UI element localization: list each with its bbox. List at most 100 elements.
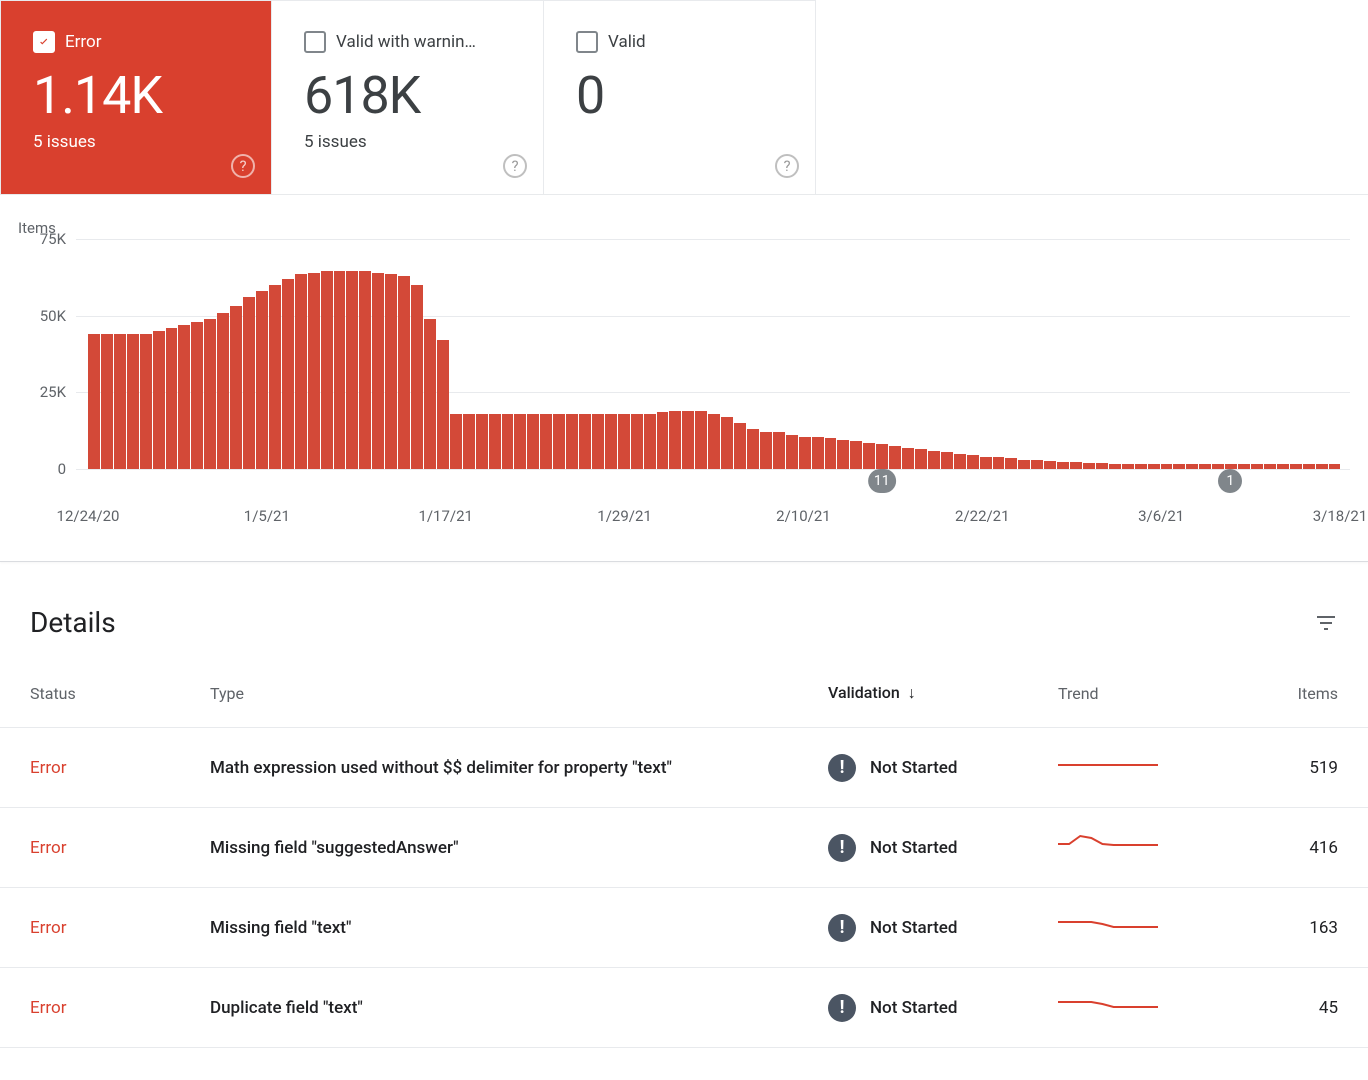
bar[interactable] (502, 414, 514, 469)
bar[interactable] (1057, 462, 1069, 469)
bar[interactable] (773, 432, 785, 469)
bar[interactable] (450, 414, 462, 469)
bar[interactable] (191, 322, 203, 469)
bar[interactable] (695, 411, 707, 469)
bar[interactable] (825, 438, 837, 469)
bar[interactable] (166, 328, 178, 469)
bar[interactable] (372, 273, 384, 469)
bar[interactable] (721, 417, 733, 469)
help-icon[interactable]: ? (503, 154, 527, 178)
bar[interactable] (876, 444, 888, 469)
bar[interactable] (127, 334, 139, 469)
bar[interactable] (308, 273, 320, 469)
bar[interactable] (437, 340, 449, 469)
sort-arrow-down-icon: ↓ (908, 683, 916, 702)
bar[interactable] (799, 437, 811, 469)
bar[interactable] (88, 334, 100, 469)
bar[interactable] (1018, 460, 1030, 469)
bar[interactable] (101, 334, 113, 469)
chart-marker[interactable]: 1 (1218, 469, 1242, 493)
bar[interactable] (644, 414, 656, 469)
bar[interactable] (850, 441, 862, 469)
bar[interactable] (993, 457, 1005, 469)
bar[interactable] (734, 423, 746, 469)
chart-marker[interactable]: 11 (868, 469, 896, 493)
bar[interactable] (359, 271, 371, 469)
bar[interactable] (1070, 462, 1082, 469)
bar[interactable] (385, 274, 397, 469)
bar[interactable] (489, 414, 501, 469)
bar[interactable] (553, 414, 565, 469)
bar[interactable] (295, 274, 307, 469)
bar[interactable] (321, 271, 333, 469)
bar[interactable] (657, 412, 669, 469)
status-card-0[interactable]: Error1.14K5 issues? (0, 0, 272, 194)
status-card-2[interactable]: Valid0? (544, 0, 816, 194)
bar[interactable] (178, 325, 190, 469)
bar[interactable] (708, 414, 720, 469)
bar[interactable] (140, 334, 152, 469)
bar[interactable] (579, 414, 591, 469)
bar[interactable] (566, 414, 578, 469)
bar[interactable] (631, 414, 643, 469)
bar[interactable] (1031, 460, 1043, 469)
bar[interactable] (463, 414, 475, 469)
col-validation[interactable]: Validation ↓ (798, 663, 1028, 728)
bar[interactable] (941, 452, 953, 469)
bar[interactable] (592, 414, 604, 469)
bar[interactable] (669, 411, 681, 469)
col-status[interactable]: Status (0, 663, 180, 728)
bar[interactable] (424, 319, 436, 469)
help-icon[interactable]: ? (775, 154, 799, 178)
filter-icon[interactable] (1314, 611, 1338, 635)
bar[interactable] (760, 432, 772, 469)
bar[interactable] (527, 414, 539, 469)
bar[interactable] (1005, 458, 1017, 469)
bar[interactable] (204, 319, 216, 469)
bar[interactable] (514, 414, 526, 469)
bar[interactable] (682, 411, 694, 469)
xtick: 1/5/21 (244, 507, 290, 525)
bar[interactable] (747, 429, 759, 469)
help-icon[interactable]: ? (231, 154, 255, 178)
bar[interactable] (1044, 461, 1056, 469)
bar[interactable] (282, 279, 294, 469)
checkbox-icon[interactable] (304, 31, 326, 53)
bar[interactable] (346, 271, 358, 469)
table-row[interactable]: ErrorMath expression used without $$ del… (0, 728, 1368, 808)
bar[interactable] (334, 271, 346, 469)
col-items[interactable]: Items (1248, 663, 1368, 728)
bar[interactable] (618, 414, 630, 469)
checkbox-icon[interactable] (576, 31, 598, 53)
bar[interactable] (540, 414, 552, 469)
bar[interactable] (902, 448, 914, 469)
bar[interactable] (398, 276, 410, 469)
bar[interactable] (915, 449, 927, 469)
bar[interactable] (786, 435, 798, 469)
bar[interactable] (605, 414, 617, 469)
bar[interactable] (980, 457, 992, 469)
bar[interactable] (243, 297, 255, 469)
col-trend[interactable]: Trend (1028, 663, 1248, 728)
table-row[interactable]: ErrorMissing field "text"!Not Started163 (0, 888, 1368, 968)
bar[interactable] (256, 291, 268, 469)
checkbox-icon[interactable] (33, 31, 55, 53)
bar[interactable] (889, 446, 901, 469)
col-type[interactable]: Type (180, 663, 798, 728)
bar[interactable] (967, 455, 979, 469)
bar[interactable] (928, 451, 940, 469)
bar[interactable] (476, 414, 488, 469)
bar[interactable] (411, 285, 423, 469)
bar[interactable] (217, 313, 229, 469)
bar[interactable] (837, 440, 849, 469)
bar[interactable] (863, 443, 875, 469)
table-row[interactable]: ErrorDuplicate field "text"!Not Started4… (0, 968, 1368, 1048)
status-card-1[interactable]: Valid with warnin…618K5 issues? (272, 0, 544, 194)
bar[interactable] (153, 331, 165, 469)
bar[interactable] (812, 437, 824, 469)
bar[interactable] (230, 306, 242, 469)
bar[interactable] (954, 454, 966, 469)
table-row[interactable]: ErrorMissing field "suggestedAnswer"!Not… (0, 808, 1368, 888)
bar[interactable] (114, 334, 126, 469)
bar[interactable] (269, 285, 281, 469)
